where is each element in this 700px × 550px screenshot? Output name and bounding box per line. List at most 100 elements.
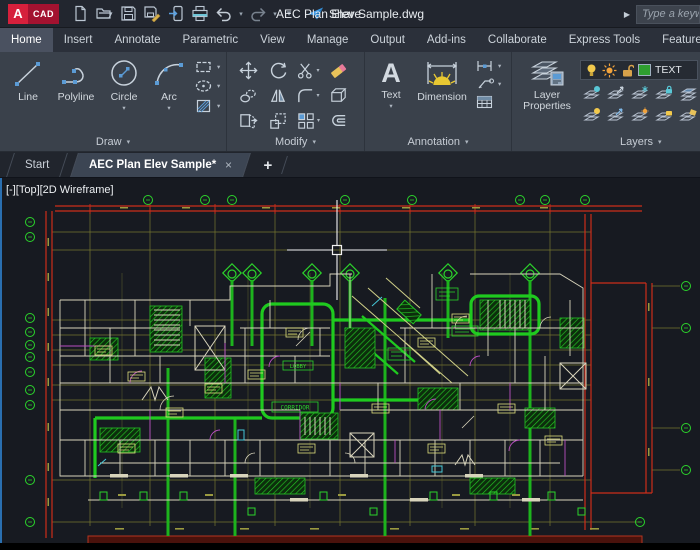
share-button[interactable]: Share: [307, 6, 361, 21]
trim-button[interactable]: ▾: [293, 58, 323, 83]
stretch-button[interactable]: [233, 108, 263, 133]
new-file-icon: [74, 5, 86, 22]
move-icon: [238, 61, 258, 80]
panel-footer-annotation[interactable]: Annotation ▾: [365, 133, 511, 151]
layer-thaw-all-button[interactable]: [628, 104, 652, 126]
bottom-clip-strip: [0, 543, 700, 550]
layer-off-button[interactable]: [580, 104, 604, 126]
text-button[interactable]: A Text ▾: [371, 56, 411, 110]
trim-scissors-icon: [298, 63, 313, 79]
search-expand-icon[interactable]: ▶: [624, 10, 630, 19]
layer-color-swatch: [638, 64, 651, 76]
scale-icon: [270, 112, 286, 129]
array-button[interactable]: ▾: [293, 108, 323, 133]
layer-make-current-button[interactable]: [604, 104, 628, 126]
undo-button[interactable]: [213, 3, 235, 25]
line-button[interactable]: Line: [4, 56, 52, 103]
new-drawing-tab-button[interactable]: +: [264, 157, 273, 174]
panel-footer-modify[interactable]: Modify ▾: [227, 133, 364, 151]
ellipse-button[interactable]: ▾: [194, 78, 220, 94]
ribbon-tab-view[interactable]: View: [249, 28, 296, 52]
fillet-button[interactable]: ▾: [293, 83, 323, 108]
circle-dropdown-caret[interactable]: ▾: [122, 104, 125, 112]
copy-button[interactable]: [233, 83, 263, 108]
layer-properties-button[interactable]: Layer Properties: [516, 56, 578, 112]
rectangle-icon: [196, 61, 211, 73]
scale-button[interactable]: [263, 108, 293, 133]
array-icon: [298, 112, 314, 129]
app-menu-button[interactable]: A CAD: [8, 3, 59, 24]
panel-layers: Layer Properties TEXT Layers ▾: [511, 52, 700, 151]
ribbon-tab-featured-apps[interactable]: Featured Apps: [651, 28, 700, 52]
arc-button[interactable]: Arc ▾: [148, 56, 190, 112]
leader-button[interactable]: ▾: [475, 76, 501, 91]
undo-dropdown-caret[interactable]: ▾: [237, 10, 245, 18]
canvas-left-edge: [0, 178, 2, 550]
move-button[interactable]: [233, 58, 263, 83]
layer-unlock-all-button[interactable]: [652, 104, 676, 126]
table-button[interactable]: [475, 94, 501, 110]
panel-footer-layers[interactable]: Layers ▾: [512, 133, 700, 151]
dimension-icon: [426, 62, 458, 86]
save-to-mobile-button[interactable]: [165, 3, 187, 25]
customize-qat-caret[interactable]: ▾: [285, 8, 293, 19]
search-input[interactable]: Type a keyw: [636, 4, 700, 24]
title-bar: A CAD ▾ ▾ ▾ Share AEC Plan Elev Sample.d…: [0, 0, 700, 28]
file-tab-start[interactable]: Start: [6, 153, 69, 177]
ribbon-tab-collaborate[interactable]: Collaborate: [477, 28, 558, 52]
arc-dropdown-caret[interactable]: ▾: [167, 104, 170, 112]
layer-isolate-button[interactable]: [580, 82, 604, 104]
save-as-button[interactable]: [141, 3, 163, 25]
mirror-button[interactable]: [263, 83, 293, 108]
redo-button[interactable]: [247, 3, 269, 25]
layer-lock-button[interactable]: [652, 82, 676, 104]
explode-button[interactable]: [323, 83, 353, 108]
cad-drawing: CORRIDOR LOBBY: [25, 195, 691, 545]
layer-combo-value: TEXT: [655, 64, 682, 76]
share-label: Share: [329, 6, 362, 21]
layer-walk-button[interactable]: [676, 104, 700, 126]
save-button[interactable]: [117, 3, 139, 25]
erase-button[interactable]: [323, 58, 353, 83]
ribbon-tab-output[interactable]: Output: [359, 28, 416, 52]
viewport-controls[interactable]: [-][Top][2D Wireframe]: [6, 184, 114, 196]
layer-unisolate-button[interactable]: [604, 82, 628, 104]
ribbon-tab-addins[interactable]: Add-ins: [416, 28, 477, 52]
redo-dropdown-caret[interactable]: ▾: [271, 10, 279, 18]
search-placeholder: Type a keyw: [642, 8, 700, 20]
layer-freeze-button[interactable]: [628, 82, 652, 104]
ribbon: Line Polyline Circle ▾ Arc ▾ ▾ ▾ ▾ Draw …: [0, 52, 700, 152]
circle-button[interactable]: Circle ▾: [100, 56, 148, 112]
offset-button[interactable]: [323, 108, 353, 133]
layer-unlock-icon: [623, 64, 634, 76]
rectangle-button[interactable]: ▾: [194, 59, 220, 75]
ribbon-tab-manage[interactable]: Manage: [296, 28, 360, 52]
dimension-button[interactable]: Dimension: [411, 56, 473, 103]
leader-icon: [478, 78, 494, 89]
new-file-button[interactable]: [69, 3, 91, 25]
polyline-button[interactable]: Polyline: [52, 56, 100, 103]
plan-text-labels: CORRIDOR LOBBY: [271, 360, 319, 413]
drawing-canvas[interactable]: [-][Top][2D Wireframe] CORRIDOR LOBBY: [0, 178, 700, 550]
plot-button[interactable]: [189, 3, 211, 25]
ribbon-tab-insert[interactable]: Insert: [53, 28, 104, 52]
ribbon-tab-express-tools[interactable]: Express Tools: [558, 28, 651, 52]
open-file-button[interactable]: [93, 3, 115, 25]
file-tab-aec-plan-elev-sample[interactable]: AEC Plan Elev Sample* ×: [70, 153, 252, 177]
ribbon-tab-parametric[interactable]: Parametric: [172, 28, 250, 52]
hatch-button[interactable]: ▾: [194, 97, 220, 115]
annotation-panel-caret: ▾: [465, 139, 469, 146]
layer-match-button[interactable]: [676, 82, 700, 104]
ribbon-tab-home[interactable]: Home: [0, 28, 53, 52]
text-dropdown-caret[interactable]: ▾: [389, 102, 392, 110]
arc-icon: [155, 63, 183, 85]
stretch-icon: [239, 114, 258, 130]
linear-dimension-button[interactable]: ▾: [475, 59, 501, 73]
panel-footer-draw[interactable]: Draw ▾: [0, 133, 226, 151]
rotate-button[interactable]: [263, 58, 293, 83]
close-tab-icon[interactable]: ×: [226, 158, 233, 172]
printer-icon: [192, 5, 208, 22]
layer-select[interactable]: TEXT: [580, 60, 698, 80]
ribbon-tab-annotate[interactable]: Annotate: [103, 28, 171, 52]
fillet-icon: [298, 89, 313, 103]
